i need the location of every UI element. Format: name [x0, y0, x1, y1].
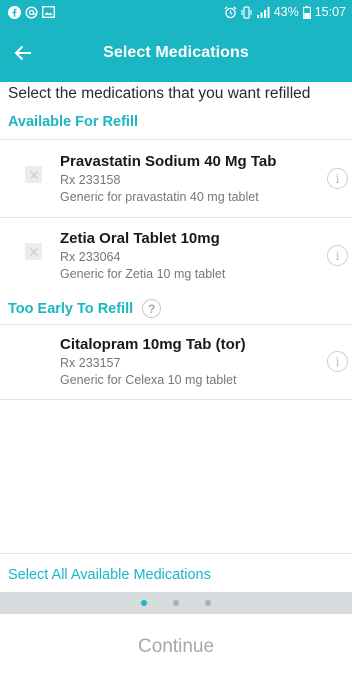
- rx-number: Rx 233157: [60, 356, 121, 370]
- instructions-text: Select the medications that you want ref…: [8, 85, 311, 102]
- medication-name: Citalopram 10mg Tab (tor): [60, 336, 246, 353]
- alarm-icon: [224, 6, 237, 19]
- divider: [0, 324, 352, 325]
- x-icon: [29, 170, 38, 179]
- list-item-citalopram: Citalopram 10mg Tab (tor) Rx 233157 Gene…: [0, 333, 352, 409]
- gallery-icon: [42, 6, 55, 18]
- select-checkbox[interactable]: [25, 243, 42, 260]
- select-medications-screen: 43% 15:07 Select Medications Select the …: [0, 0, 352, 679]
- divider: [0, 139, 352, 140]
- too-early-heading: Too Early To Refill ?: [8, 299, 162, 318]
- at-sign-icon: [25, 5, 38, 19]
- select-checkbox[interactable]: [25, 166, 42, 183]
- available-for-refill-heading: Available For Refill: [8, 114, 138, 130]
- list-item-pravastatin[interactable]: Pravastatin Sodium 40 Mg Tab Rx 233158 G…: [0, 150, 352, 226]
- continue-button[interactable]: Continue: [0, 614, 352, 679]
- page-title: Select Medications: [103, 44, 249, 61]
- divider: [0, 217, 352, 218]
- x-icon: [29, 247, 38, 256]
- page-dot[interactable]: [205, 600, 211, 606]
- signal-icon: [256, 6, 270, 18]
- generic-description: Generic for Zetia 10 mg tablet: [60, 267, 226, 281]
- facebook-icon: [8, 5, 21, 19]
- info-icon[interactable]: i: [327, 245, 348, 266]
- clock-time: 15:07: [314, 5, 346, 19]
- divider: [0, 399, 352, 400]
- select-all-button[interactable]: Select All Available Medications: [8, 567, 211, 583]
- info-icon[interactable]: i: [327, 351, 348, 372]
- divider: [0, 553, 352, 554]
- status-notifications: [8, 5, 55, 19]
- section-heading-label: Available For Refill: [8, 114, 138, 130]
- rx-number: Rx 233064: [60, 250, 121, 264]
- generic-description: Generic for pravastatin 40 mg tablet: [60, 190, 259, 204]
- page-indicator: [0, 592, 352, 614]
- battery-percent: 43%: [273, 5, 299, 19]
- page-dot[interactable]: [173, 600, 179, 606]
- medication-name: Pravastatin Sodium 40 Mg Tab: [60, 153, 277, 170]
- info-icon[interactable]: i: [327, 168, 348, 189]
- rx-number: Rx 233158: [60, 173, 121, 187]
- app-bar: Select Medications: [0, 24, 352, 82]
- generic-description: Generic for Celexa 10 mg tablet: [60, 373, 237, 387]
- status-bar: 43% 15:07: [0, 0, 352, 24]
- section-heading-label: Too Early To Refill: [8, 300, 134, 317]
- page-dot-active[interactable]: [141, 600, 147, 606]
- status-system: 43% 15:07: [224, 5, 346, 19]
- list-item-zetia[interactable]: Zetia Oral Tablet 10mg Rx 233064 Generic…: [0, 227, 352, 303]
- medication-name: Zetia Oral Tablet 10mg: [60, 230, 220, 247]
- help-icon[interactable]: ?: [142, 299, 162, 318]
- battery-icon: [302, 5, 311, 19]
- vibrate-icon: [241, 5, 252, 19]
